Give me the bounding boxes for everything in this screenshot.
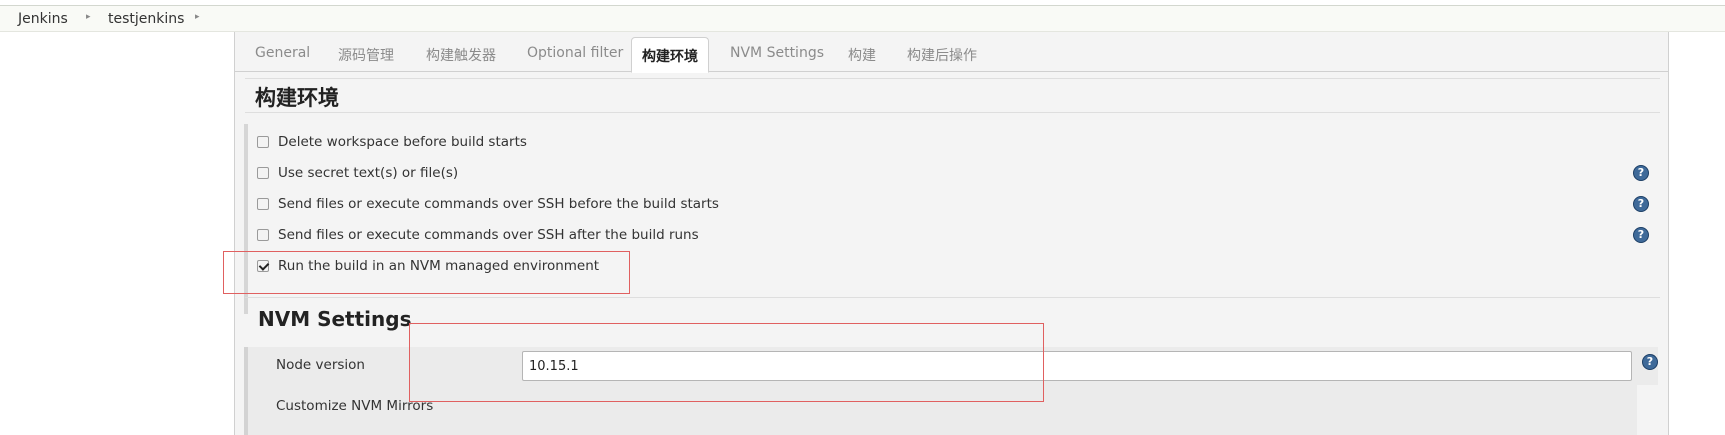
option-label: Send files or execute commands over SSH … (278, 196, 719, 212)
tab-build[interactable]: 构建 (848, 45, 876, 65)
breadcrumb-item-jenkins[interactable]: Jenkins (18, 11, 68, 27)
option-label: Send files or execute commands over SSH … (278, 227, 699, 243)
tab-post-build-actions[interactable]: 构建后操作 (907, 45, 977, 65)
option-ssh-after-build: Send files or execute commands over SSH … (257, 226, 1657, 246)
option-delete-workspace: Delete workspace before build starts (257, 133, 1657, 153)
breadcrumb: Jenkins ▸ testjenkins ▸ (0, 5, 1725, 32)
option-label: Delete workspace before build starts (278, 134, 527, 150)
option-label: Use secret text(s) or file(s) (278, 165, 459, 181)
help-icon[interactable]: ? (1633, 165, 1649, 181)
help-icon[interactable]: ? (1633, 196, 1649, 212)
ssh-after-build-checkbox[interactable] (257, 229, 269, 241)
help-icon[interactable]: ? (1642, 354, 1658, 370)
section-divider (245, 297, 1660, 298)
tab-source-management[interactable]: 源码管理 (338, 45, 394, 65)
secret-text-checkbox[interactable] (257, 167, 269, 179)
section-divider (245, 112, 1660, 113)
tab-build-environment[interactable]: 构建环境 (631, 37, 709, 73)
section-title: 构建环境 (255, 86, 339, 110)
chevron-right-icon[interactable]: ▸ (86, 12, 91, 22)
tab-optional-filter[interactable]: Optional filter (527, 45, 623, 61)
tab-nvm-settings[interactable]: NVM Settings (730, 45, 824, 61)
section-divider (245, 78, 1660, 79)
tab-bar: General 源码管理 构建触发器 Optional filter 构建环境 … (235, 32, 1668, 73)
tab-general[interactable]: General (255, 45, 310, 61)
option-secret-text: Use secret text(s) or file(s) (257, 164, 1657, 184)
highlight-box (409, 323, 1044, 402)
delete-workspace-checkbox[interactable] (257, 136, 269, 148)
breadcrumb-item-testjenkins[interactable]: testjenkins (108, 11, 184, 27)
section-indent-bar (244, 347, 248, 435)
chevron-right-icon[interactable]: ▸ (195, 12, 200, 22)
ssh-before-build-checkbox[interactable] (257, 198, 269, 210)
nvm-settings-title: NVM Settings (258, 307, 412, 331)
node-version-label: Node version (276, 357, 365, 373)
option-ssh-before-build: Send files or execute commands over SSH … (257, 195, 1657, 215)
mirrors-area (1637, 385, 1658, 435)
highlight-box (223, 251, 630, 294)
help-icon[interactable]: ? (1633, 227, 1649, 243)
tab-build-triggers[interactable]: 构建触发器 (426, 45, 496, 65)
